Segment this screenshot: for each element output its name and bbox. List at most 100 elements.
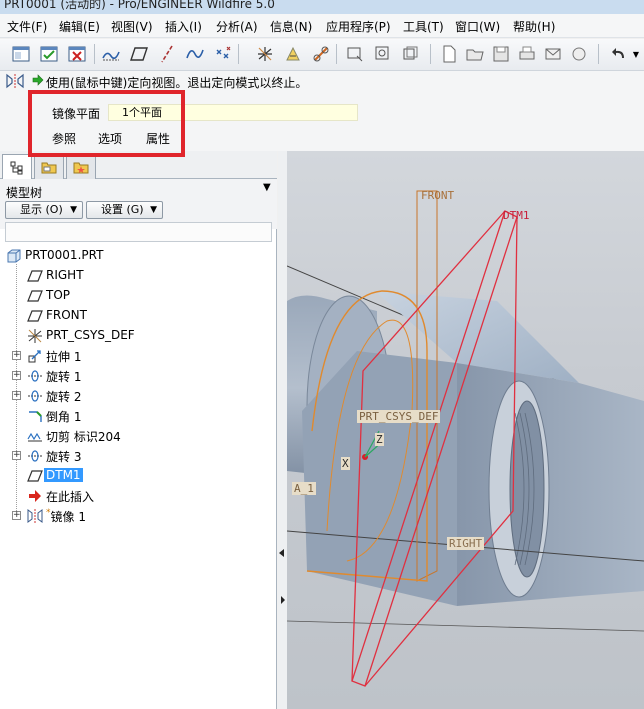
print-button[interactable] [516,43,538,65]
email-icon [545,48,561,60]
collapse-left-arrow-icon[interactable] [279,549,284,557]
extrude-icon [28,350,41,363]
new-file-icon [443,45,456,63]
window-layout-button[interactable] [10,43,32,65]
tab-favorites[interactable] [66,154,96,179]
menu-bar: 文件(F) 编辑(E) 视图(V) 插入(I) 分析(A) 信息(N) 应用程序… [0,14,644,38]
block-front-face [302,351,457,606]
tree-item-label: RIGHT [46,268,84,282]
show-button-label: 显示 (O) [20,203,63,216]
revolve-icon [28,450,42,462]
datum-axis-icon [161,45,173,63]
mirror-icon [6,73,24,89]
tree-expand-toggle[interactable]: + [12,351,21,360]
datum-bottom-edge-2 [287,620,644,632]
email-button[interactable] [542,43,564,65]
save-disk-icon [493,46,509,62]
undo-dropdown-button[interactable]: ▼ [630,43,642,65]
layers-button[interactable] [400,43,422,65]
status-message: 使用(鼠标中键)定向视图。退出定向模式以终止。 [46,76,308,90]
tree-item-label: 旋转 1 [46,370,82,384]
show-dropdown-button[interactable]: 显示 (O) ▼ [5,201,83,219]
window-title: PRT0001 (活动的) - Pro/ENGINEER Wildfire 5.… [4,0,275,11]
navigator-panel: 模型树 ▼ 显示 (O) ▼ 设置 (G) ▼ PRT0001.PRT RIGHT … [0,151,277,709]
tree-filter-bar[interactable] [5,222,272,242]
cancel-button[interactable] [66,43,88,65]
datum-point-button[interactable] [212,43,234,65]
menu-analysis[interactable]: 分析(A) [216,18,258,35]
panel-menu-caret-icon[interactable]: ▼ [263,182,271,193]
undo-arrow-icon [612,48,624,58]
csys-label[interactable]: PRT_CSYS_DEF [357,410,441,423]
tree-item-label: *镜像 1 [46,508,86,525]
datum-display-button[interactable] [100,43,122,65]
saved-views-button[interactable] [372,43,394,65]
analysis-feature-icon [286,46,300,61]
tree-expand-toggle[interactable]: + [12,511,21,520]
main-toolbar: ▼ [0,39,644,71]
settings-dropdown-button[interactable]: 设置 (G) ▼ [86,201,163,219]
menu-applications[interactable]: 应用程序(P) [326,18,391,35]
tree-item-label: 在此插入 [46,490,95,504]
menu-tools[interactable]: 工具(T) [403,18,444,35]
toolbar-separator [430,44,431,64]
tab-folder-browser[interactable] [34,154,64,179]
tree-item-label: 倒角 1 [46,410,82,424]
repaint-button[interactable] [568,43,590,65]
datum-plane-button[interactable] [128,43,150,65]
view-orient-icon [347,47,363,62]
datum-axis-button[interactable] [156,43,178,65]
sketch-chain-icon [313,46,329,62]
model-3d-view[interactable] [287,151,644,709]
layers-icon [403,46,418,60]
new-file-button[interactable] [438,43,460,65]
menu-insert[interactable]: 插入(I) [165,18,202,35]
saved-views-icon [375,46,389,60]
dtm1-plane-label[interactable]: DTM1 [503,209,530,222]
graphics-window[interactable]: FRONT DTM1 PRT_CSYS_DEF Z X A_1 RIGHT [287,151,644,709]
toolbar-separator [238,44,239,64]
expand-right-arrow-icon[interactable] [281,596,285,604]
datum-plane-icon [27,270,43,282]
repaint-icon [572,47,586,61]
datum-display-icon [102,51,120,61]
view-orient-button[interactable] [344,43,366,65]
open-file-button[interactable] [464,43,486,65]
analysis-feature-button[interactable] [282,43,304,65]
sketch-button[interactable] [310,43,332,65]
insert-here-arrow-icon [29,490,41,502]
chamfer-icon [29,411,42,422]
menu-help[interactable]: 帮助(H) [513,18,555,35]
printer-icon [519,46,535,60]
tab-model-tree[interactable] [2,154,32,180]
tree-item-label: 旋转 2 [46,390,82,404]
menu-info[interactable]: 信息(N) [270,18,312,35]
menu-file[interactable]: 文件(F) [7,18,47,35]
tree-expand-toggle[interactable]: + [12,451,21,460]
window-title-bar: PRT0001 (活动的) - Pro/ENGINEER Wildfire 5.… [0,0,644,14]
panel-splitter[interactable] [278,151,287,709]
axis-a1-label[interactable]: A_1 [292,482,316,495]
tree-root-label: PRT0001.PRT [25,248,104,262]
tree-item-label: FRONT [46,308,87,322]
open-folder-icon [466,49,484,61]
mirror-icon [27,509,43,523]
coordinate-system-button[interactable] [254,43,276,65]
toolbar-separator [336,44,337,64]
tree-expand-toggle[interactable]: + [12,371,21,380]
undo-button[interactable] [608,43,630,65]
accept-button[interactable] [38,43,60,65]
datum-curve-button[interactable] [184,43,206,65]
highlight-annotation [28,90,185,157]
front-plane-label[interactable]: FRONT [421,189,454,202]
settings-button-label: 设置 (G) [101,203,144,216]
right-plane-label[interactable]: RIGHT [447,537,485,550]
tree-expand-toggle[interactable]: + [12,391,21,400]
menu-edit[interactable]: 编辑(E) [59,18,100,35]
menu-window[interactable]: 窗口(W) [455,18,500,35]
toolbar-separator [598,44,599,64]
revolve-icon [28,390,42,402]
save-button[interactable] [490,43,512,65]
window-layout-icon [12,46,30,62]
menu-view[interactable]: 视图(V) [111,18,153,35]
